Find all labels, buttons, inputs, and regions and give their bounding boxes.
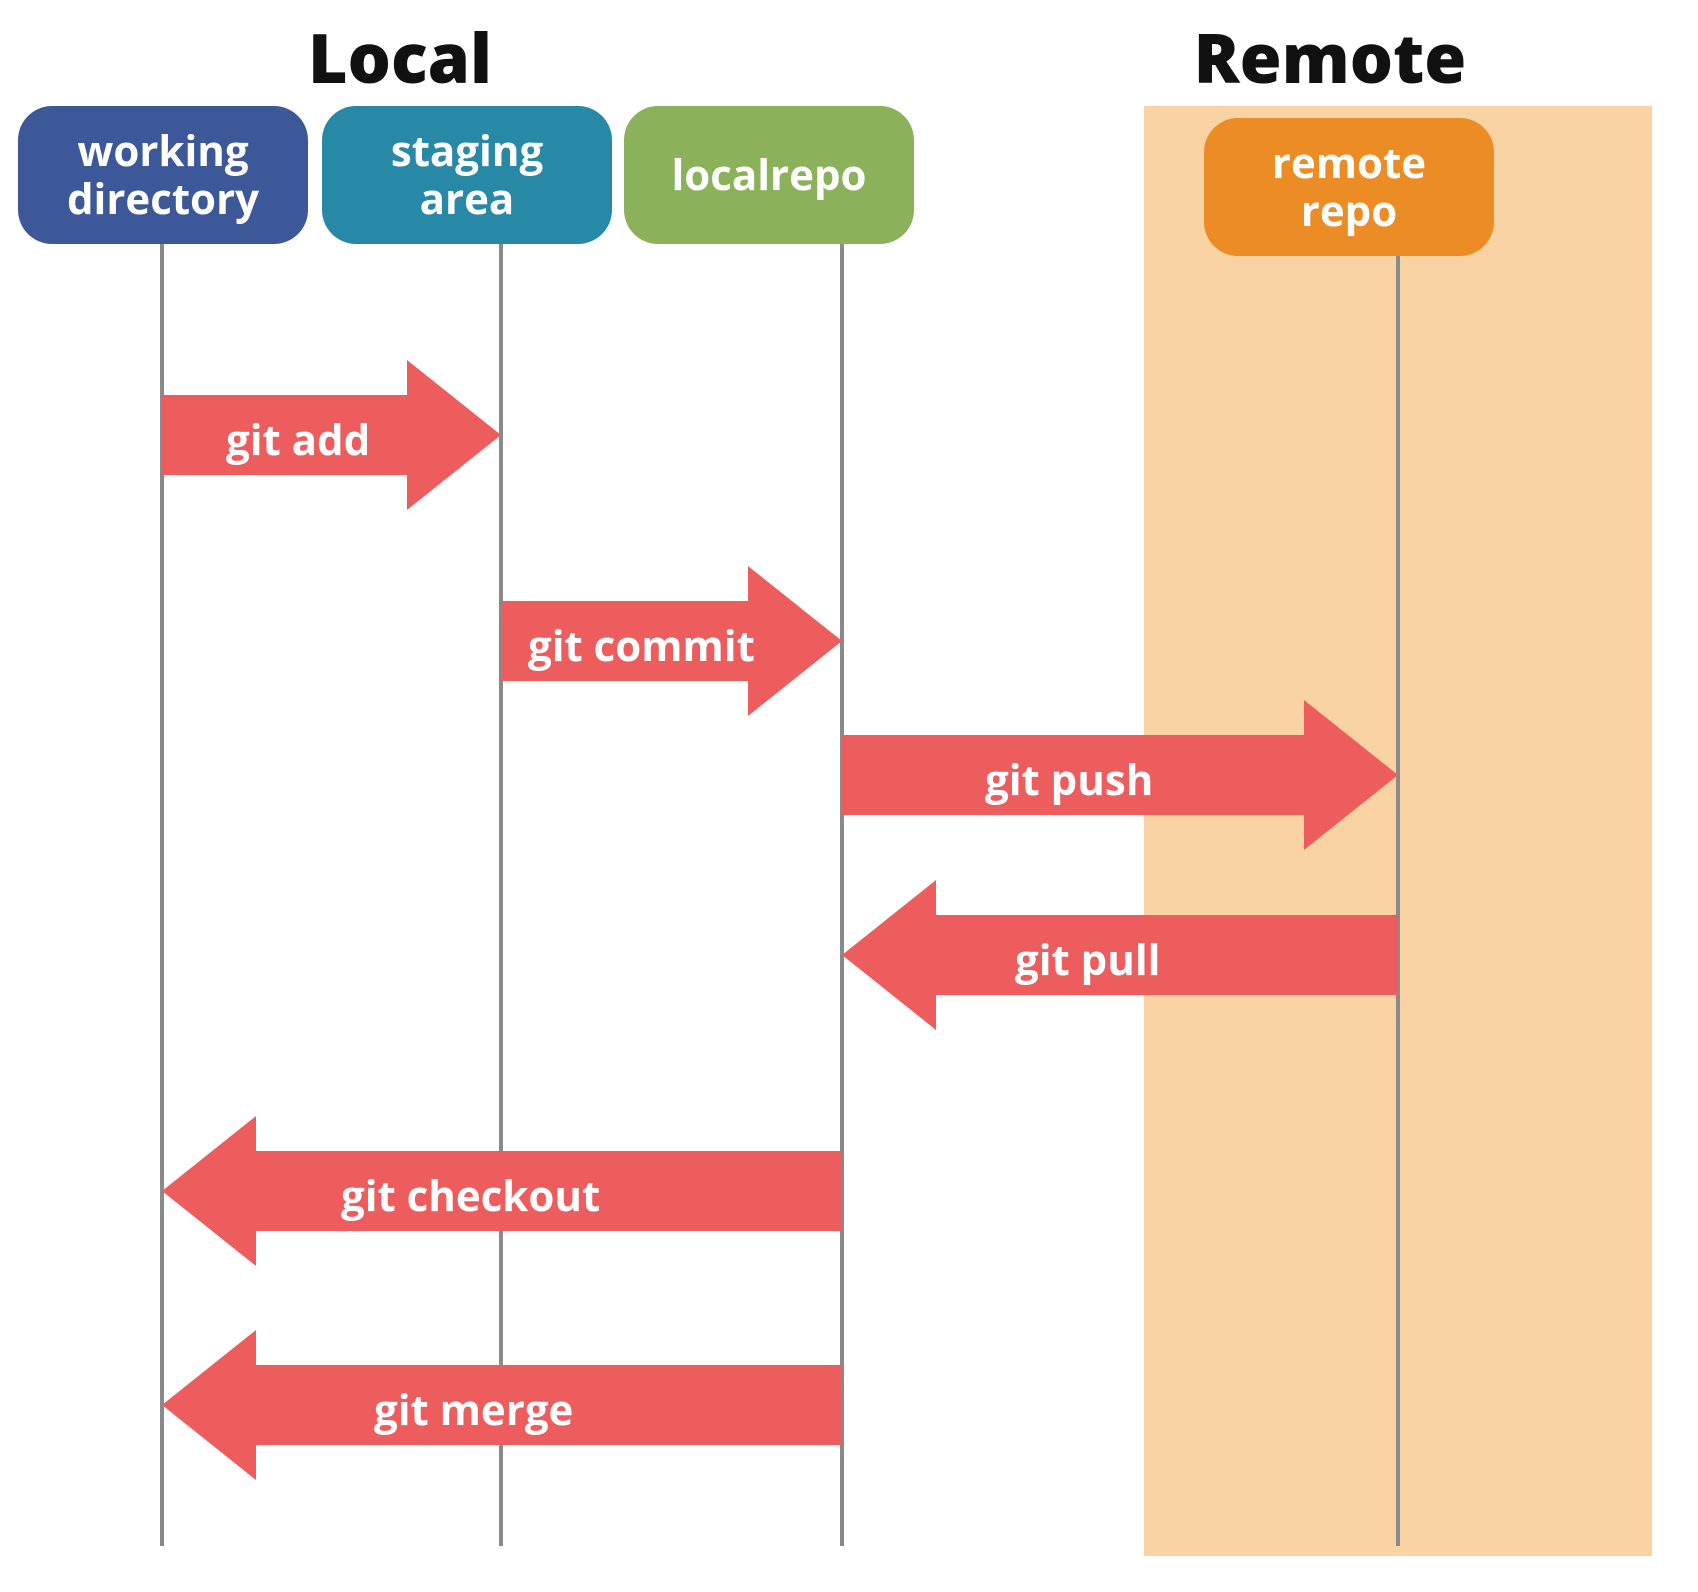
node-working-directory: working directory: [18, 106, 308, 244]
node-remote-repo: remote repo: [1204, 118, 1494, 256]
node-staging-area: staging area: [322, 106, 612, 244]
git-workflow-diagram: Local Remote working directory staging a…: [0, 0, 1698, 1592]
arrow-git-add: [162, 360, 501, 510]
arrow-git-pull: [842, 880, 1398, 1030]
arrow-git-merge: [162, 1330, 842, 1480]
arrow-git-commit: [501, 566, 842, 716]
section-title-remote: Remote: [1180, 10, 1480, 103]
arrow-git-checkout: [162, 1116, 842, 1266]
section-title-local: Local: [300, 10, 500, 103]
node-local-repo: localrepo: [624, 106, 914, 244]
arrow-git-push: [842, 700, 1398, 850]
